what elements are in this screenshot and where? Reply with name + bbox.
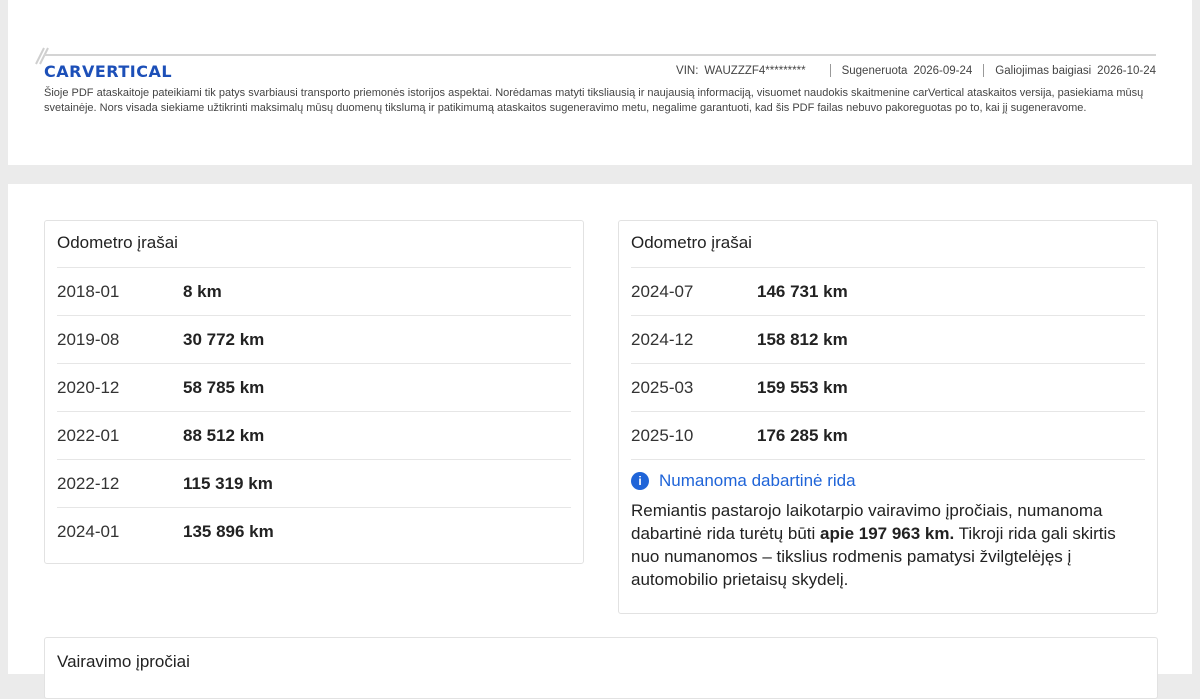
report-body-page: Odometro įrašai 2018-01 8 km 2019-08 30 77… (8, 184, 1192, 699)
odometer-row: 2020-12 58 785 km (57, 363, 571, 411)
report-meta: VIN: WAUZZZF4********* Sugeneruota 2026-… (676, 64, 1156, 77)
odometer-row: 2022-12 115 319 km (57, 459, 571, 507)
odometer-date: 2019-08 (57, 329, 120, 349)
odometer-km: 176 285 km (757, 425, 848, 445)
valid-label: Galiojimas baigiasi (995, 64, 1092, 77)
odometer-km: 159 553 km (757, 377, 848, 397)
vin-value: WAUZZZF4********* (704, 64, 806, 77)
estimate-heading: i Numanoma dabartinė rida (631, 471, 856, 491)
odometer-km: 146 731 km (757, 281, 848, 301)
estimate-description: Remiantis pastarojo laikotarpio vairavim… (631, 499, 1131, 591)
odometer-date: 2018-01 (57, 281, 120, 301)
disclaimer-text: Šioje PDF ataskaitoje pateikiami tik pat… (44, 87, 1144, 114)
odometer-row: 2024-01 135 896 km (57, 507, 571, 555)
odometer-date: 2025-10 (631, 425, 694, 445)
odometer-row: 2025-10 176 285 km (631, 411, 1145, 460)
odometer-km: 135 896 km (183, 521, 274, 541)
driving-habits-card: Vairavimo įpročiai (44, 637, 1158, 699)
odometer-row: 2024-07 146 731 km (631, 267, 1145, 315)
odometer-row: 2024-12 158 812 km (631, 315, 1145, 363)
odometer-date: 2025-03 (631, 377, 694, 397)
estimate-value: apie 197 963 km. (820, 524, 955, 543)
odometer-list: 2018-01 8 km 2019-08 30 772 km 2020-12 58 7… (57, 267, 571, 555)
odometer-card-title: Odometro įrašai (631, 233, 752, 252)
valid-date: 2026-10-24 (1097, 64, 1156, 77)
meta-separator (829, 64, 831, 77)
info-icon: i (631, 472, 649, 490)
odometer-km: 58 785 km (183, 377, 265, 397)
vin-label: VIN: (676, 64, 699, 77)
brand-logo: CARVERTICAL (44, 62, 173, 81)
odometer-row: 2019-08 30 772 km (57, 315, 571, 363)
odometer-row: 2025-03 159 553 km (631, 363, 1145, 411)
odometer-row: 2022-01 88 512 km (57, 411, 571, 459)
odometer-km: 8 km (183, 281, 222, 301)
odometer-card-title: Odometro įrašai (57, 233, 178, 252)
report-header-page: CARVERTICAL VIN: WAUZZZF4********* Sugen… (8, 0, 1192, 165)
generated-label: Sugeneruota (841, 64, 908, 77)
odometer-date: 2024-01 (57, 521, 120, 541)
generated-date: 2026-09-24 (913, 64, 973, 77)
odometer-date: 2022-12 (57, 473, 120, 493)
odometer-date: 2020-12 (57, 377, 120, 397)
odometer-date: 2024-12 (631, 329, 694, 349)
odometer-km: 88 512 km (183, 425, 265, 445)
odometer-card-right: Odometro įrašai 2024-07 146 731 km 2024-1… (618, 220, 1158, 614)
odometer-list: 2024-07 146 731 km 2024-12 158 812 km 2025… (631, 267, 1145, 460)
odometer-row: 2018-01 8 km (57, 267, 571, 315)
odometer-km: 158 812 km (757, 329, 848, 349)
odometer-date: 2024-07 (631, 281, 694, 301)
driving-habits-title: Vairavimo įpročiai (57, 652, 190, 671)
odometer-km: 115 319 km (183, 473, 273, 493)
odometer-km: 30 772 km (183, 329, 265, 349)
odometer-date: 2022-01 (57, 425, 120, 445)
header-divider (44, 54, 1156, 56)
estimate-title: Numanoma dabartinė rida (659, 471, 856, 490)
meta-separator (983, 64, 985, 77)
odometer-card-left: Odometro įrašai 2018-01 8 km 2019-08 30 77… (44, 220, 584, 564)
